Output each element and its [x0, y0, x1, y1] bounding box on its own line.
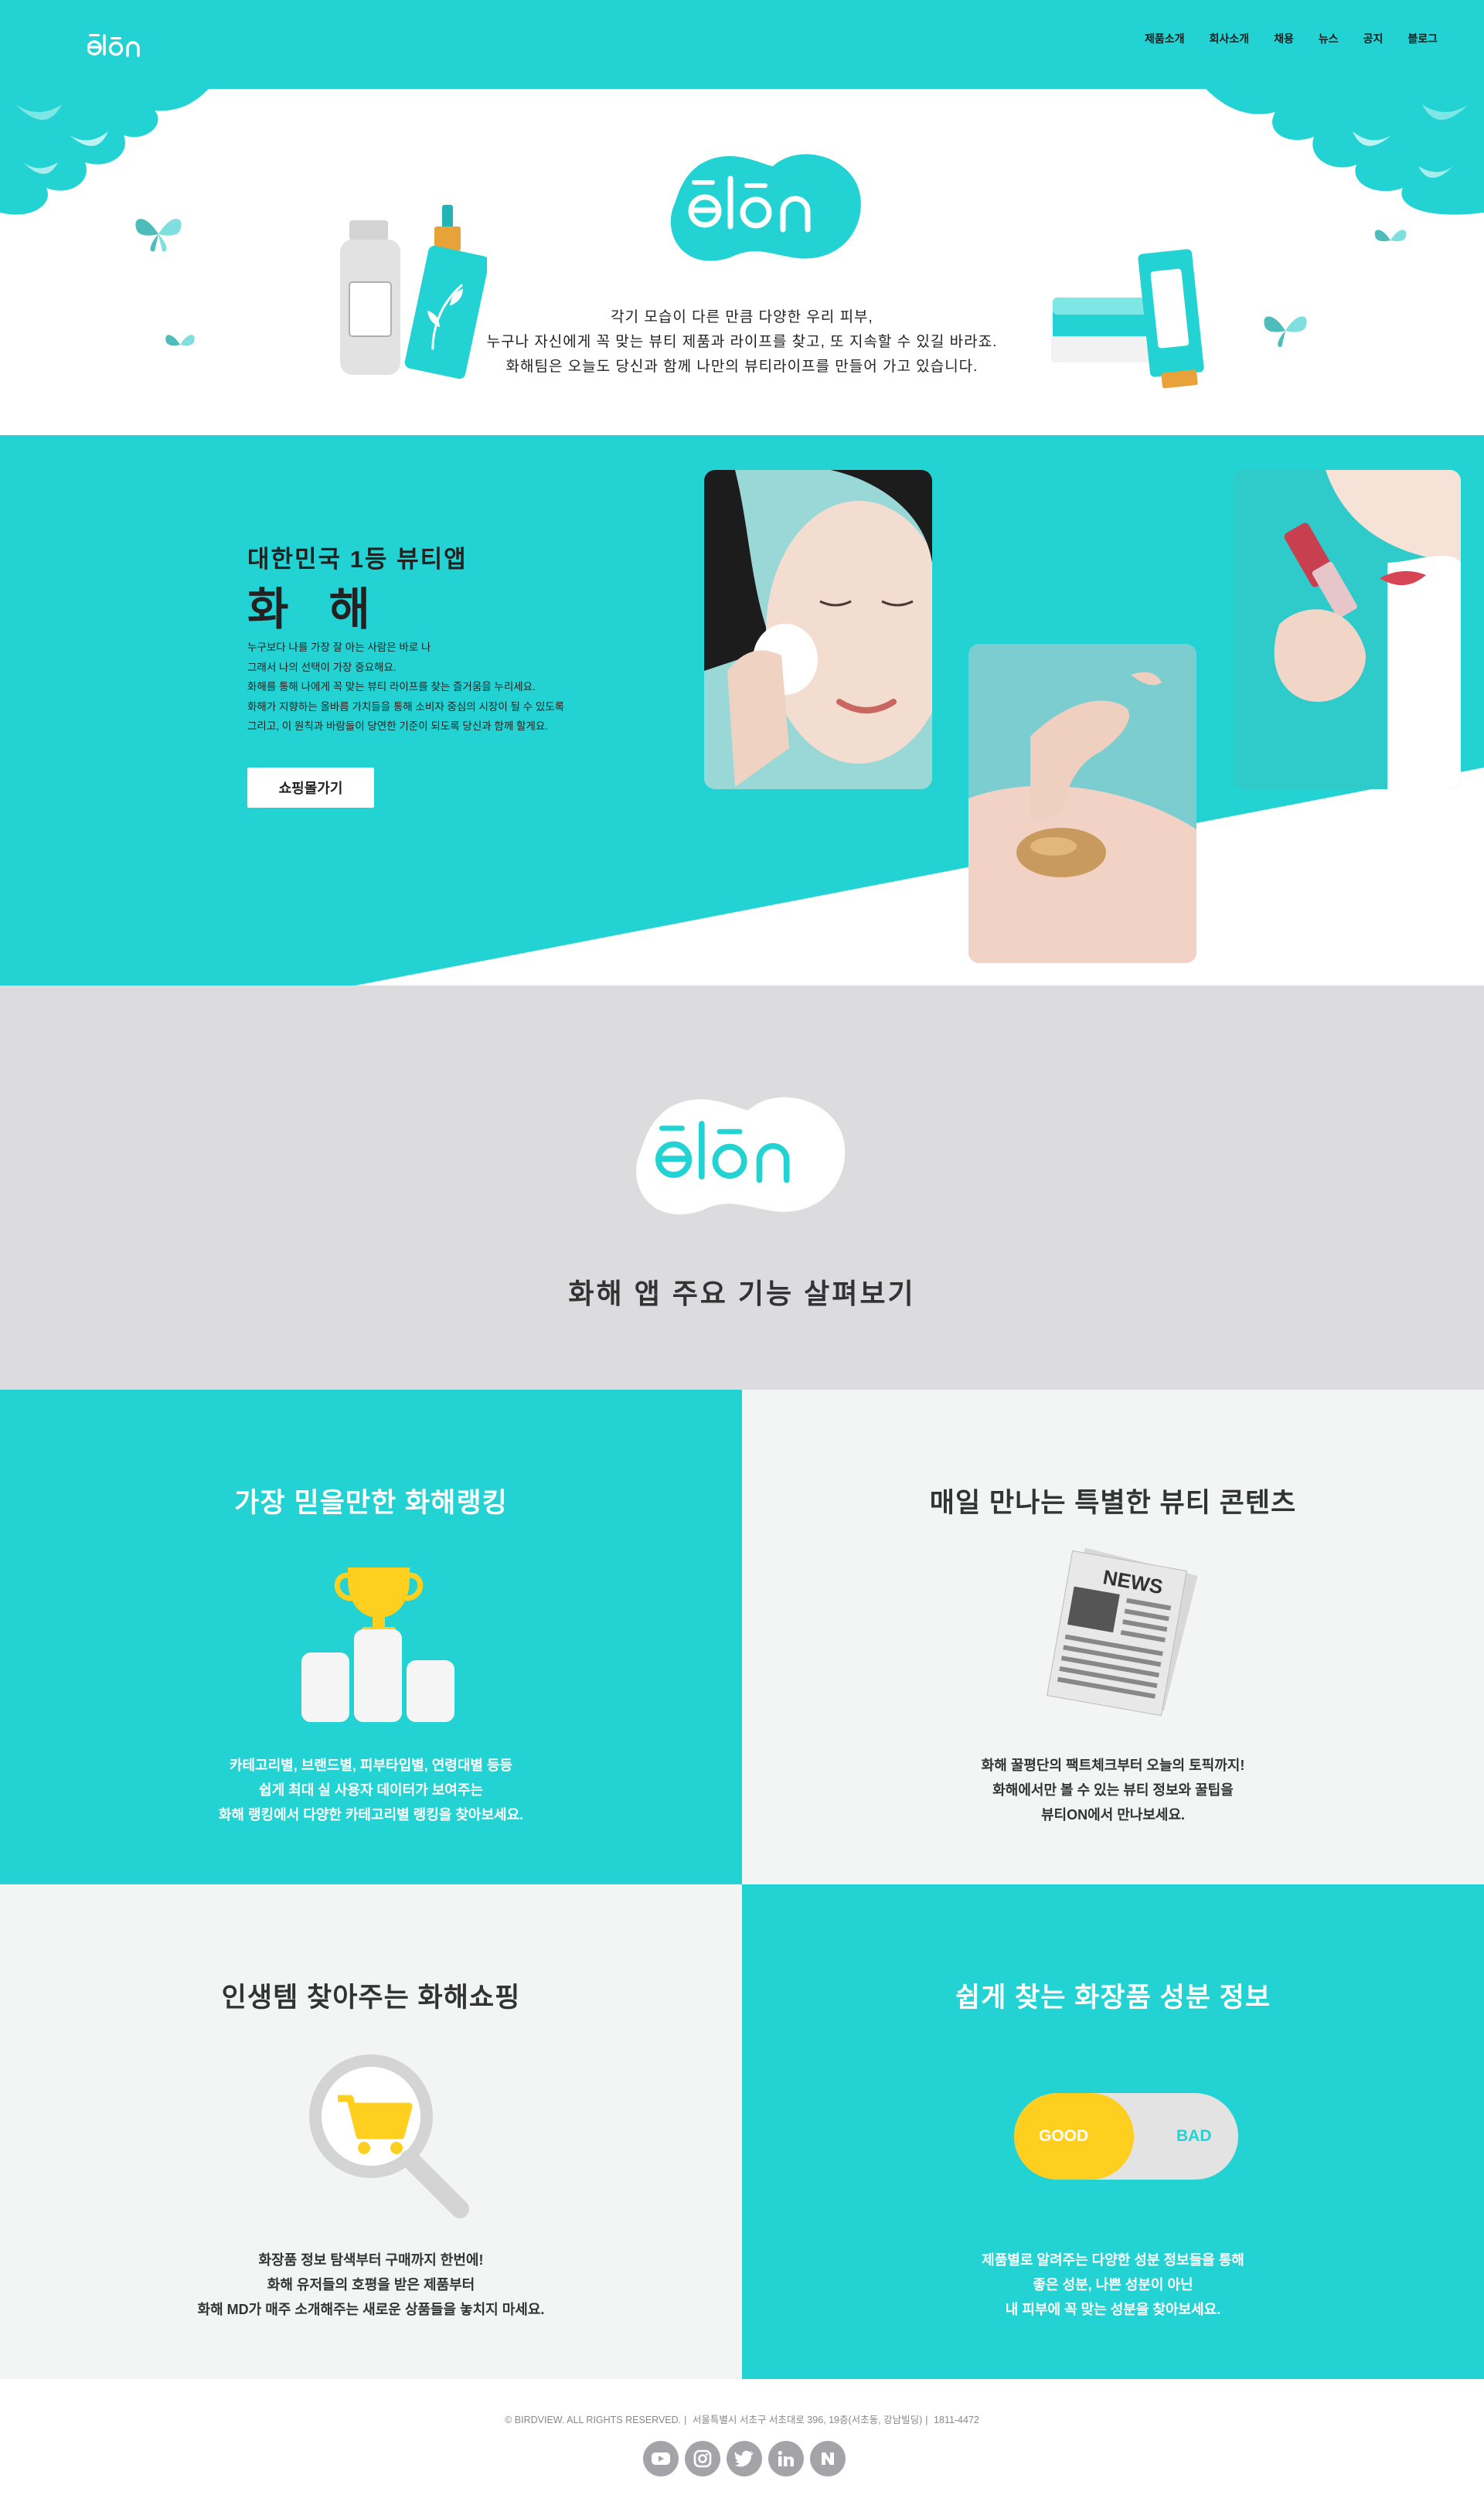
feature-line: 쉽게 최대 실 사용자 데이터가 보여주는: [259, 1782, 483, 1798]
feature-title: 매일 만나는 특별한 뷰티 콘텐츠: [929, 1488, 1297, 1518]
youtube-icon[interactable]: [643, 2441, 679, 2476]
feature-text: 제품별로 알려주는 다양한 성분 정보들을 통해 좋은 성분, 나쁜 성분이 아…: [742, 2248, 1484, 2322]
butterfly-far-right-icon: [1374, 230, 1407, 242]
feature-line: 화해에서만 볼 수 있는 뷰티 정보와 꿀팁을: [992, 1782, 1234, 1798]
hero-desc-line: 화해를 통해 나에게 꼭 맞는 뷰티 라이프를 찾는 즐거움을 누리세요.: [247, 681, 536, 693]
feature-text: 화장품 정보 탐색부터 구매까지 한번에! 화해 유저들의 호평을 받은 제품부…: [0, 2248, 742, 2322]
footer-address: 서울특별시 서초구 서초대로 396, 19층(서초동, 강남빌딩): [692, 2415, 923, 2425]
feature-line: 내 피부에 꼭 맞는 성분을 찾아보세요.: [1005, 2302, 1221, 2317]
nav-item-notice[interactable]: 공지: [1363, 31, 1384, 46]
feature-shopping: 인생템 찾아주는 화해쇼핑 화장품 정보 탐색부터 구매까지 한번에! 화해 유…: [0, 1884, 742, 2379]
feature-line: 좋은 성분, 나쁜 성분이 아닌: [1033, 2277, 1193, 2292]
good-bad-toggle: GOOD BAD: [1014, 2093, 1238, 2180]
hero-subtitle: 대한민국 1등 뷰티앱: [247, 546, 468, 573]
elon-main-logo: [670, 154, 861, 261]
naver-icon[interactable]: [810, 2441, 846, 2476]
hero-title: 화 해: [247, 584, 384, 635]
elon-logo-icon: [87, 34, 140, 57]
nav-item-products[interactable]: 제품소개: [1145, 31, 1185, 46]
twitter-icon[interactable]: [727, 2441, 762, 2476]
intro-line: 각기 모습이 다른 만큼 다양한 우리 피부,: [611, 309, 873, 325]
butterfly-small-icon: [165, 335, 195, 346]
feature-ingredients: 쉽게 찾는 화장품 성분 정보 GOOD BAD 제품별로 알려주는 다양한 성…: [742, 1884, 1484, 2379]
feature-text: 카테고리별, 브랜드별, 피부타입별, 연령대별 등등 쉽게 최대 실 사용자 …: [0, 1753, 742, 1827]
magnifier-cart-icon: [309, 2054, 469, 2218]
newspaper-icon: NEWS: [1047, 1547, 1198, 1717]
nav-item-careers[interactable]: 채용: [1274, 31, 1294, 46]
hero-desc-line: 누구보다 나를 가장 잘 아는 사람은 바로 나: [247, 642, 431, 653]
hero-desc-line: 그리고, 이 원칙과 바람들이 당연한 기준이 되도록 당신과 함께 할게요.: [247, 720, 549, 732]
feature-line: 화장품 정보 탐색부터 구매까지 한번에!: [258, 2252, 484, 2268]
intro-line: 화해팀은 오늘도 당신과 함께 나만의 뷰티라이프를 만들어 가고 있습니다.: [505, 359, 979, 375]
nav-item-company[interactable]: 회사소개: [1210, 31, 1250, 46]
leaves-left-decoration: [0, 89, 209, 215]
cosmetic-tubes-illustration: [1051, 249, 1204, 389]
feature-line: 화해 유저들의 호평을 받은 제품부터: [267, 2277, 475, 2292]
hero-desc-line: 그래서 나의 선택이 가장 중요해요.: [247, 661, 397, 673]
photo-woman-cotton-pad: [704, 470, 932, 789]
feature-line: 제품별로 알려주는 다양한 성분 정보들을 통해: [982, 2252, 1244, 2268]
elon-features-logo: [636, 1097, 846, 1215]
feature-title: 쉽게 찾는 화장품 성분 정보: [955, 1983, 1271, 2013]
feature-line: 카테고리별, 브랜드별, 피부타입별, 연령대별 등등: [229, 1758, 513, 1773]
feature-line: 뷰티ON에서 만나보세요.: [1040, 1807, 1186, 1823]
butterfly-right-icon: [1264, 316, 1307, 347]
instagram-icon[interactable]: [685, 2441, 720, 2476]
feature-text: 화해 꿀평단의 팩트체크부터 오늘의 토픽까지! 화해에서만 볼 수 있는 뷰티…: [742, 1753, 1484, 1827]
intro-tagline: 각기 모습이 다른 만큼 다양한 우리 피부, 누구나 자신에게 꼭 맞는 뷰티…: [433, 305, 1051, 380]
header-logo[interactable]: [87, 32, 143, 63]
feature-title: 인생템 찾아주는 화해쇼핑: [221, 1983, 521, 2013]
feature-line: 화해 꿀평단의 팩트체크부터 오늘의 토픽까지!: [981, 1758, 1245, 1773]
hero-section: 대한민국 1등 뷰티앱 화 해 누구보다 나를 가장 잘 아는 사람은 바로 나…: [0, 435, 1484, 985]
feature-title: 가장 믿을만한 화해랭킹: [234, 1488, 508, 1518]
hero-description: 누구보다 나를 가장 잘 아는 사람은 바로 나 그래서 나의 선택이 가장 중…: [247, 638, 564, 737]
features-heading: 화해 앱 주요 기능 살펴보기: [568, 1278, 916, 1309]
photo-hand-cream: [968, 644, 1196, 963]
photo-woman-lipstick: [1233, 470, 1461, 789]
nav-item-blog[interactable]: 블로그: [1407, 31, 1438, 46]
feature-line: 화해 MD가 매주 소개해주는 새로운 상품들을 놓치지 마세요.: [197, 2302, 545, 2317]
feature-contents: 매일 만나는 특별한 뷰티 콘텐츠 NEWS 화해 꿀평단의 팩트체크부터 오늘…: [742, 1390, 1484, 1884]
feature-ranking: 가장 믿을만한 화해랭킹 카테고리별, 브랜드별, 피부타입별, 연령대별 등등…: [0, 1390, 742, 1884]
top-nav: 제품소개 회사소개 채용 뉴스 공지 블로그: [1145, 31, 1438, 46]
nav-item-news[interactable]: 뉴스: [1319, 31, 1339, 46]
shop-button[interactable]: 쇼핑몰가기: [247, 768, 374, 808]
intro-section: 각기 모습이 다른 만큼 다양한 우리 피부, 누구나 자신에게 꼭 맞는 뷰티…: [0, 89, 1484, 435]
footer-copyright: © BIRDVIEW. ALL RIGHTS RESERVED.: [505, 2415, 682, 2425]
features-intro-section: 화해 앱 주요 기능 살펴보기: [0, 985, 1484, 1390]
good-label: GOOD: [1039, 2127, 1089, 2145]
footer-info: © BIRDVIEW. ALL RIGHTS RESERVED. | 서울특별시 …: [505, 2415, 979, 2425]
footer-phone: 1811-4472: [934, 2415, 979, 2425]
intro-line: 누구나 자신에게 꼭 맞는 뷰티 제품과 라이프를 찾고, 또 지속할 수 있길…: [486, 334, 998, 350]
footer: © BIRDVIEW. ALL RIGHTS RESERVED. | 서울특별시 …: [0, 2379, 1484, 2512]
butterfly-icon: [135, 219, 182, 252]
leaves-right-decoration: [1206, 89, 1484, 215]
social-links: [643, 2441, 846, 2476]
hero-desc-line: 화해가 지향하는 올바름 가치들을 통해 소비자 중심의 시장이 될 수 있도록: [247, 700, 565, 713]
bad-label: BAD: [1176, 2127, 1212, 2145]
linkedin-icon[interactable]: [768, 2441, 804, 2476]
feature-line: 화해 랭킹에서 다양한 카테고리별 랭킹을 찾아보세요.: [218, 1807, 524, 1823]
header: 제품소개 회사소개 채용 뉴스 공지 블로그: [0, 0, 1484, 89]
trophy-podium-icon: [301, 1567, 454, 1722]
